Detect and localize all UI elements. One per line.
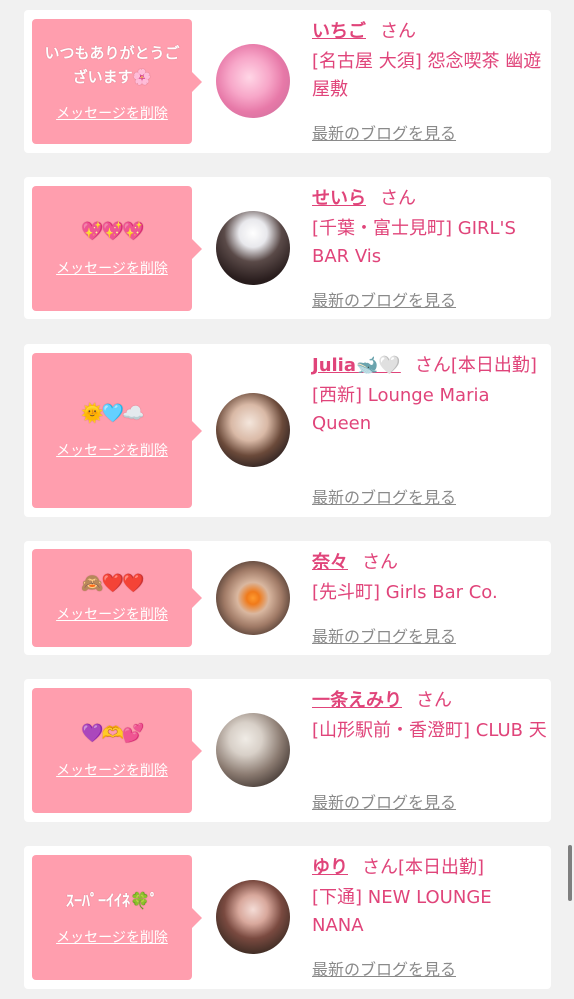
shop-info: [西新] Lounge Maria Queen: [312, 385, 490, 434]
delete-message-link[interactable]: メッセージを削除: [56, 927, 168, 947]
shop-info: [千葉・富士見町] GIRL'S BAR Vis: [312, 218, 516, 267]
message-text: 🙈❤️❤️: [81, 573, 144, 594]
girl-name-link[interactable]: 奈々: [312, 552, 348, 573]
message-bubble: 🌞🩵☁️ メッセージを削除: [32, 353, 202, 508]
girl-info: せいら さん [千葉・富士見町] GIRL'S BAR Vis: [312, 185, 548, 271]
latest-blog-link[interactable]: 最新のブログを見る: [312, 484, 456, 508]
message-text: いつもありがとうございます🌸: [44, 43, 180, 86]
girl-info: 一条えみり さん [山形駅前・香澄町] CLUB 天: [312, 687, 548, 745]
name-suffix: さん[本日出勤]: [362, 857, 485, 878]
girl-info: Julia🐋🤍 さん[本日出勤] [西新] Lounge Maria Queen: [312, 352, 548, 438]
message-card: いつもありがとうございます🌸 メッセージを削除 いちご さん [名古屋 大須] 怨…: [24, 10, 551, 153]
delete-message-link[interactable]: メッセージを削除: [56, 760, 168, 780]
message-bubble: 🙈❤️❤️ メッセージを削除: [32, 549, 202, 647]
message-card: 🌞🩵☁️ メッセージを削除 Julia🐋🤍 さん[本日出勤] [西新] Loung…: [24, 344, 551, 517]
message-card: ｽｰﾊﾟｰｲｲﾈ🍀ﾟ メッセージを削除 ゆり さん[本日出勤] [下通] NEW …: [24, 846, 551, 989]
avatar[interactable]: [216, 880, 290, 954]
message-text: 💖💖💖: [81, 220, 144, 242]
avatar[interactable]: [216, 44, 290, 118]
girl-name-link[interactable]: 一条えみり: [312, 690, 402, 711]
girl-name-link[interactable]: ゆり: [312, 857, 348, 878]
latest-blog-link[interactable]: 最新のブログを見る: [312, 623, 456, 647]
delete-message-link[interactable]: メッセージを削除: [56, 258, 168, 278]
shop-info: [下通] NEW LOUNGE NANA: [312, 887, 492, 936]
message-card: 🙈❤️❤️ メッセージを削除 奈々 さん [先斗町] Girls Bar Co. …: [24, 541, 551, 655]
latest-blog-link[interactable]: 最新のブログを見る: [312, 956, 456, 980]
message-card: 💜🫶💕 メッセージを削除 一条えみり さん [山形駅前・香澄町] CLUB 天 最…: [24, 679, 551, 822]
scrollbar[interactable]: [568, 845, 572, 901]
name-suffix: さん: [416, 690, 452, 711]
message-card: 💖💖💖 メッセージを削除 せいら さん [千葉・富士見町] GIRL'S BAR …: [24, 177, 551, 319]
name-suffix: さん[本日出勤]: [414, 355, 537, 376]
name-suffix: さん: [362, 552, 398, 573]
shop-info: [山形駅前・香澄町] CLUB 天: [312, 720, 547, 741]
avatar[interactable]: [216, 393, 290, 467]
shop-info: [名古屋 大須] 怨念喫茶 幽遊屋敷: [312, 51, 542, 100]
girl-name-link[interactable]: いちご: [312, 21, 366, 42]
avatar[interactable]: [216, 713, 290, 787]
girl-info: ゆり さん[本日出勤] [下通] NEW LOUNGE NANA: [312, 854, 548, 940]
message-bubble: 💜🫶💕 メッセージを削除: [32, 688, 202, 813]
delete-message-link[interactable]: メッセージを削除: [56, 440, 168, 460]
delete-message-link[interactable]: メッセージを削除: [56, 103, 168, 123]
girl-name-link[interactable]: せいら: [312, 188, 366, 209]
message-text: 🌞🩵☁️: [81, 402, 144, 424]
message-bubble: ｽｰﾊﾟｰｲｲﾈ🍀ﾟ メッセージを削除: [32, 855, 202, 980]
latest-blog-link[interactable]: 最新のブログを見る: [312, 120, 456, 144]
latest-blog-link[interactable]: 最新のブログを見る: [312, 789, 456, 813]
message-text: 💜🫶💕: [81, 722, 144, 744]
message-bubble: いつもありがとうございます🌸 メッセージを削除: [32, 19, 202, 144]
latest-blog-link[interactable]: 最新のブログを見る: [312, 287, 456, 311]
message-bubble: 💖💖💖 メッセージを削除: [32, 186, 202, 311]
girl-info: いちご さん [名古屋 大須] 怨念喫茶 幽遊屋敷: [312, 18, 548, 104]
name-suffix: さん: [380, 188, 416, 209]
girl-info: 奈々 さん [先斗町] Girls Bar Co.: [312, 549, 548, 607]
avatar[interactable]: [216, 561, 290, 635]
delete-message-link[interactable]: メッセージを削除: [56, 604, 168, 624]
girl-name-link[interactable]: Julia🐋🤍: [312, 355, 401, 376]
avatar[interactable]: [216, 211, 290, 285]
name-suffix: さん: [380, 21, 416, 42]
message-text: ｽｰﾊﾟｰｲｲﾈ🍀ﾟ: [66, 890, 158, 910]
shop-info: [先斗町] Girls Bar Co.: [312, 582, 498, 603]
